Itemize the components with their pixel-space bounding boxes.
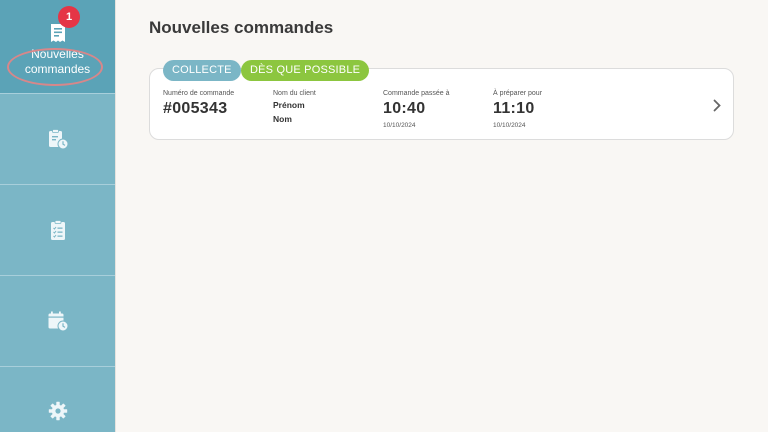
placed-time: 10:40 (383, 100, 426, 117)
placed-time-label: Commande passée à (383, 90, 450, 97)
notification-badge: 1 (58, 6, 80, 28)
sidebar-item-label: Nouvelles commandes (24, 46, 91, 76)
sidebar: Nouvelles commandes 1 (0, 0, 116, 432)
prepare-date: 10/10/2024 (493, 122, 526, 129)
prepare-time: 11:10 (493, 100, 535, 117)
order-number: #005343 (163, 100, 228, 117)
client-first-name: Prénom (273, 100, 305, 110)
prepare-time-block: À préparer pour 11:10 10/10/2024 (493, 89, 542, 129)
client-name-label: Nom du client (273, 90, 316, 97)
clipboard-checklist-icon (49, 219, 67, 241)
order-number-label: Numéro de commande (163, 90, 235, 97)
prepare-time-label: À préparer pour (493, 90, 543, 97)
client-last-name: Nom (273, 114, 292, 124)
clipboard-clock-icon (47, 128, 69, 150)
collect-tag: COLLECTE (163, 60, 241, 81)
placed-time-block: Commande passée à 10:40 10/10/2024 (383, 89, 450, 129)
chevron-right-icon[interactable] (713, 99, 721, 117)
sidebar-item-ready[interactable] (0, 185, 115, 276)
order-number-block: Numéro de commande #005343 (163, 89, 234, 118)
sidebar-item-scheduled[interactable] (0, 276, 115, 367)
placed-date: 10/10/2024 (383, 122, 416, 129)
calendar-clock-icon (47, 310, 69, 332)
sidebar-item-in-progress[interactable] (0, 94, 115, 185)
client-name-block: Nom du client Prénom Nom (273, 89, 316, 126)
sidebar-item-settings[interactable] (0, 367, 115, 432)
gear-icon (48, 401, 68, 421)
asap-tag: DÈS QUE POSSIBLE (241, 60, 370, 81)
page-title: Nouvelles commandes (149, 18, 334, 37)
